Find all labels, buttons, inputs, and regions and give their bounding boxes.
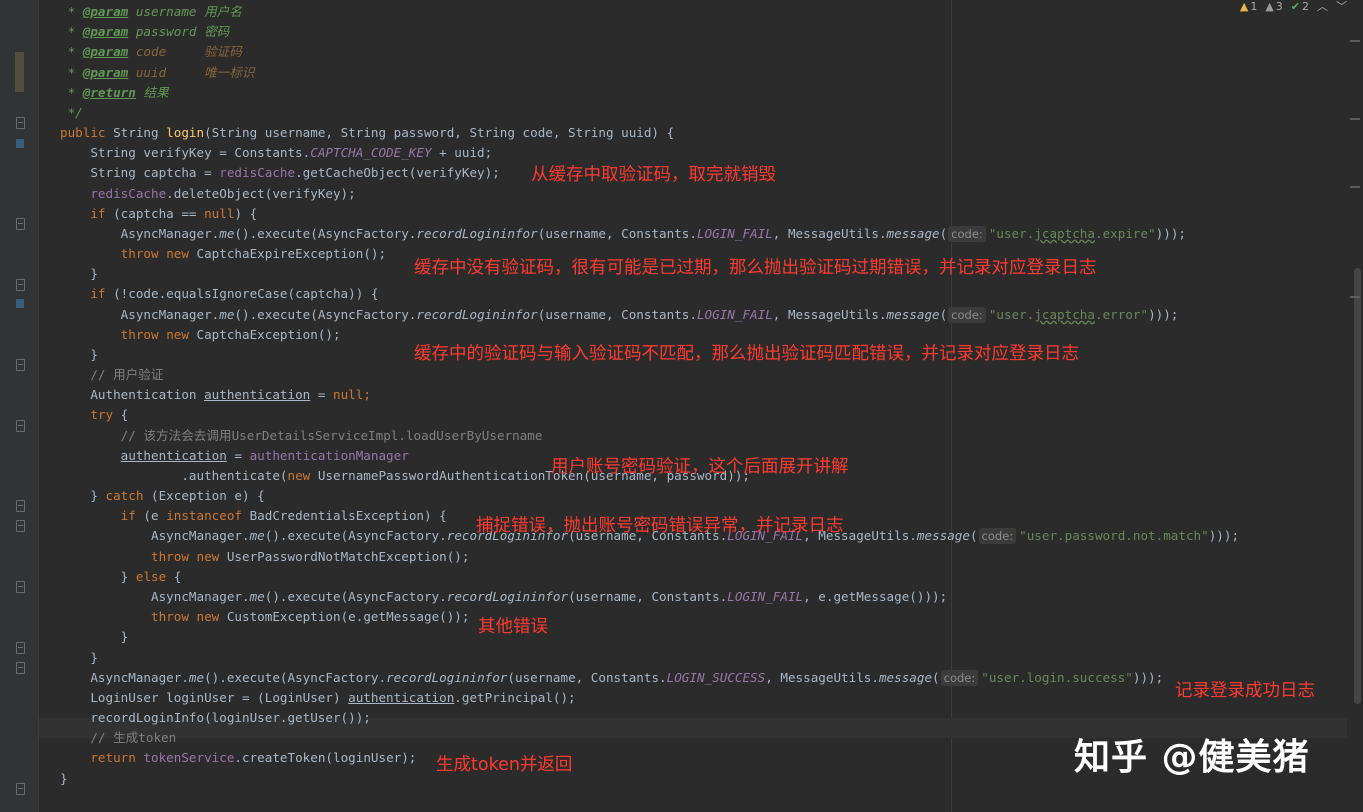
code-line: if (!code.equalsIgnoreCase(captcha)) { <box>90 286 379 302</box>
error-stripe-mark[interactable] <box>1350 186 1360 188</box>
fold-toggle[interactable] <box>16 139 24 148</box>
check-icon: ✔ <box>1290 0 1300 13</box>
gutter-separator <box>38 0 39 812</box>
fold-toggle[interactable] <box>16 662 25 674</box>
code-line: */ <box>60 104 83 120</box>
code-line: public String login(String username, Str… <box>60 125 675 141</box>
parameter-hint: code: <box>948 306 986 323</box>
fold-toggle[interactable] <box>16 500 25 512</box>
parameter-hint: code: <box>948 225 986 242</box>
fold-toggle[interactable] <box>16 420 25 432</box>
inspection-widget[interactable]: ▲ 1 ▲ 3 ✔ 2 ︿ ﹀ <box>1240 0 1347 14</box>
fold-toggle[interactable] <box>16 299 24 308</box>
annotation-cache-fetch: 从缓存中取验证码，取完就销毁 <box>531 165 776 185</box>
code-line: redisCache.deleteObject(verifyKey); <box>90 185 356 201</box>
warning-count[interactable]: ▲ 1 <box>1240 0 1257 13</box>
doc-tag: @param <box>82 64 129 80</box>
code-line: AsyncManager.me().execute(AsyncFactory.r… <box>90 669 1164 686</box>
doc-tag: @param <box>82 44 129 60</box>
code-editor[interactable]: * @param username 用户名 * @param password … <box>60 2 1239 789</box>
code-line: AsyncManager.me().execute(AsyncFactory.r… <box>120 306 1179 323</box>
fold-toggle[interactable] <box>16 359 25 371</box>
fold-toggle[interactable] <box>16 581 25 593</box>
annotation-captcha-mismatch: 缓存中的验证码与输入验证码不匹配，那么抛出验证码匹配错误，并记录对应登录日志 <box>414 344 1079 364</box>
annotation-password-auth: 用户账号密码验证，这个后面展开讲解 <box>551 457 849 477</box>
error-stripe-mark[interactable] <box>1350 296 1360 298</box>
code-line: AsyncManager.me().execute(AsyncFactory.r… <box>151 588 948 604</box>
doc-tag: @param <box>82 24 129 40</box>
doc-tag: @return <box>82 84 136 100</box>
change-marker <box>15 52 24 92</box>
code-line: } <box>120 629 129 645</box>
weak-warning-icon: ▲ <box>1265 0 1274 13</box>
fold-toggle[interactable] <box>16 520 25 532</box>
code-line: return tokenService.createToken(loginUse… <box>90 750 417 766</box>
fold-toggle[interactable] <box>16 279 25 291</box>
scrollbar-thumb[interactable] <box>1354 268 1361 704</box>
parameter-hint: code: <box>978 528 1017 545</box>
weak-warning-count[interactable]: ▲ 3 <box>1265 0 1282 13</box>
fold-toggle[interactable] <box>16 783 25 795</box>
doc-tag: @param <box>82 4 129 19</box>
annotation-catch-error: 捕捉错误，抛出账号密码错误异常，并记录日志 <box>476 516 844 536</box>
parameter-hint: code: <box>940 669 979 686</box>
chevron-down-icon[interactable]: ﹀ <box>1336 0 1347 14</box>
code-line: } <box>60 770 68 786</box>
code-line: * @param uuid 唯一标识 <box>60 64 255 80</box>
fold-toggle[interactable] <box>16 218 25 230</box>
code-line: } else { <box>120 568 182 584</box>
code-line: // 用户验证 <box>90 367 164 383</box>
annotation-login-success: 记录登录成功日志 <box>1175 681 1315 701</box>
code-line: * @param password 密码 <box>60 24 230 40</box>
code-line: try { <box>90 407 129 423</box>
code-line: * @param code 验证码 <box>60 44 242 60</box>
watermark: 知乎 @健美猪 <box>1074 737 1310 778</box>
code-line: throw new UserPasswordNotMatchException(… <box>151 548 470 564</box>
fold-toggle[interactable] <box>16 642 25 654</box>
fold-toggle[interactable] <box>16 117 25 129</box>
code-line: AsyncManager.me().execute(AsyncFactory.r… <box>120 225 1186 242</box>
annotation-other-error: 其他错误 <box>478 617 548 637</box>
code-line: String verifyKey = Constants.CAPTCHA_COD… <box>90 145 493 161</box>
warning-icon: ▲ <box>1239 0 1249 13</box>
code-line: // 该方法会去调用UserDetailsServiceImpl.loadUse… <box>120 427 543 443</box>
code-line: // 生成token <box>90 730 177 746</box>
annotation-token-return: 生成token并返回 <box>436 755 573 775</box>
code-line: * @param username 用户名 <box>60 4 242 19</box>
code-line: } <box>90 649 98 665</box>
code-line: throw new CaptchaException(); <box>120 326 341 342</box>
chevron-up-icon[interactable]: ︿ <box>1317 0 1328 14</box>
code-line: * @return 结果 <box>60 84 169 100</box>
code-line: if (captcha == null) { <box>90 205 258 221</box>
vertical-scrollbar[interactable] <box>1347 0 1363 812</box>
code-line: } catch (Exception e) { <box>90 488 265 504</box>
code-line-current: recordLoginInfo(loginUser.getUser()); <box>90 710 371 726</box>
annotation-captcha-expired: 缓存中没有验证码，很有可能是已过期，那么抛出验证码过期错误，并记录对应登录日志 <box>414 258 1097 278</box>
code-line: Authentication authentication = null; <box>90 387 371 403</box>
error-stripe-mark[interactable] <box>1350 118 1360 120</box>
error-stripe-mark[interactable] <box>1350 40 1360 42</box>
code-line: throw new CustomException(e.getMessage()… <box>151 609 470 625</box>
typo-count[interactable]: ✔ 2 <box>1291 0 1309 13</box>
code-line: LoginUser loginUser = (LoginUser) authen… <box>90 689 576 705</box>
